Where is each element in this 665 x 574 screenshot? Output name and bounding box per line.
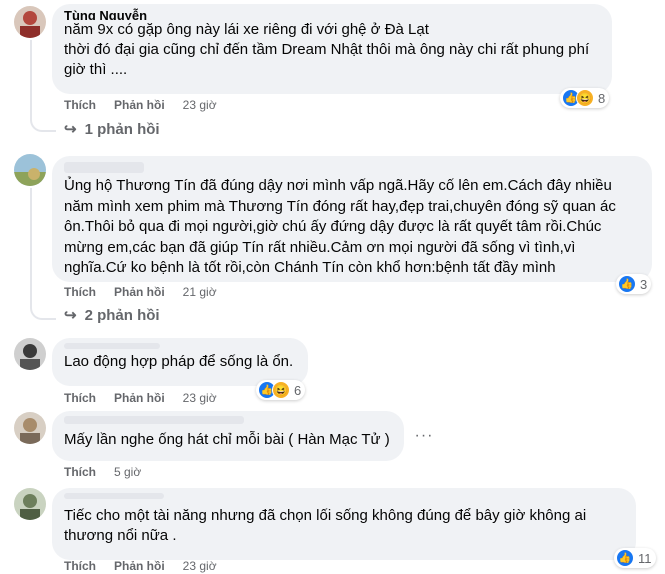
comment-actions: Thích Phản hồi 23 giờ (64, 390, 217, 406)
more-options-button[interactable]: ··· (410, 422, 438, 450)
thread-line (30, 188, 32, 306)
view-replies-label: 2 phản hồi (84, 307, 160, 324)
like-button[interactable]: Thích (64, 558, 96, 574)
comment-bubble: Ủng hộ Thương Tín đã đúng dậy nơi mình v… (52, 156, 652, 282)
comment-timestamp[interactable]: 23 giờ (183, 558, 217, 574)
reaction-summary[interactable]: 👍 😆 8 (560, 88, 610, 108)
comment-text: năm 9x có gặp ông này lái xe riêng đi vớ… (64, 21, 590, 78)
comment-actions: Thích Phản hồi 23 giờ (64, 97, 217, 113)
comment-author[interactable]: Tùng Nguyễn (64, 8, 600, 20)
commenter-avatar[interactable] (14, 338, 46, 370)
reply-button[interactable]: Phản hồi (114, 390, 165, 406)
comment-bubble: Lao động hợp pháp để sống là ổn. (52, 338, 308, 386)
comment-actions: Thích Phản hồi 21 giờ (64, 284, 217, 300)
reaction-summary[interactable]: 👍 😆 6 (256, 380, 306, 400)
reaction-count: 3 (640, 276, 648, 292)
thread-curve (30, 116, 56, 132)
more-dots-icon: ··· (414, 427, 434, 444)
comment-text: Mấy lần nghe ống hát chỉ mỗi bài ( Hàn M… (64, 431, 390, 448)
comment-actions: Thích Phản hồi 23 giờ (64, 558, 217, 574)
comment-timestamp[interactable]: 21 giờ (183, 284, 217, 300)
haha-icon: 😆 (272, 381, 290, 399)
comment-author[interactable] (64, 162, 144, 173)
thread-curve (30, 304, 56, 320)
comment-text: Ủng hộ Thương Tín đã đúng dậy nơi mình v… (64, 177, 616, 276)
view-replies-button[interactable]: ↪ 1 phản hồi (64, 120, 160, 140)
comment-bubble: Tùng Nguyễn năm 9x có gặp ông này lái xe… (52, 4, 612, 94)
commenter-avatar[interactable] (14, 488, 46, 520)
reaction-summary[interactable]: 👍 3 (616, 274, 652, 294)
commenter-avatar[interactable] (14, 154, 46, 186)
like-button[interactable]: Thích (64, 390, 96, 406)
comment-timestamp[interactable]: 5 giờ (114, 464, 141, 480)
like-icon: 👍 (618, 275, 636, 293)
comment-bubble: Tiếc cho một tài năng nhưng đã chọn lối … (52, 488, 636, 560)
like-button[interactable]: Thích (64, 464, 96, 480)
comment-timestamp[interactable]: 23 giờ (183, 390, 217, 406)
comment-text: Tiếc cho một tài năng nhưng đã chọn lối … (64, 507, 587, 544)
like-icon: 👍 (616, 549, 634, 567)
comment-author[interactable] (64, 343, 160, 349)
reply-button[interactable]: Phản hồi (114, 97, 165, 113)
reply-button[interactable]: Phản hồi (114, 284, 165, 300)
reply-button[interactable]: Phản hồi (114, 558, 165, 574)
comment-timestamp[interactable]: 23 giờ (183, 97, 217, 113)
commenter-avatar[interactable] (14, 6, 46, 38)
reply-arrow-icon: ↪ (64, 121, 77, 138)
like-button[interactable]: Thích (64, 97, 96, 113)
haha-icon: 😆 (576, 89, 594, 107)
reaction-count: 6 (294, 382, 302, 398)
comment-text: Lao động hợp pháp để sống là ổn. (64, 353, 294, 370)
reply-arrow-icon: ↪ (64, 307, 77, 324)
view-replies-button[interactable]: ↪ 2 phản hồi (64, 306, 160, 326)
comment-author[interactable] (64, 493, 164, 499)
comment-author[interactable] (64, 416, 244, 424)
commenter-avatar[interactable] (14, 412, 46, 444)
like-button[interactable]: Thích (64, 284, 96, 300)
comment-actions: Thích 5 giờ (64, 464, 141, 480)
comment-bubble: Mấy lần nghe ống hát chỉ mỗi bài ( Hàn M… (52, 411, 404, 461)
view-replies-label: 1 phản hồi (84, 121, 160, 138)
reaction-summary[interactable]: 👍 11 (614, 548, 656, 568)
reaction-count: 8 (598, 90, 606, 106)
reaction-count: 11 (638, 550, 652, 566)
thread-line (30, 40, 32, 118)
